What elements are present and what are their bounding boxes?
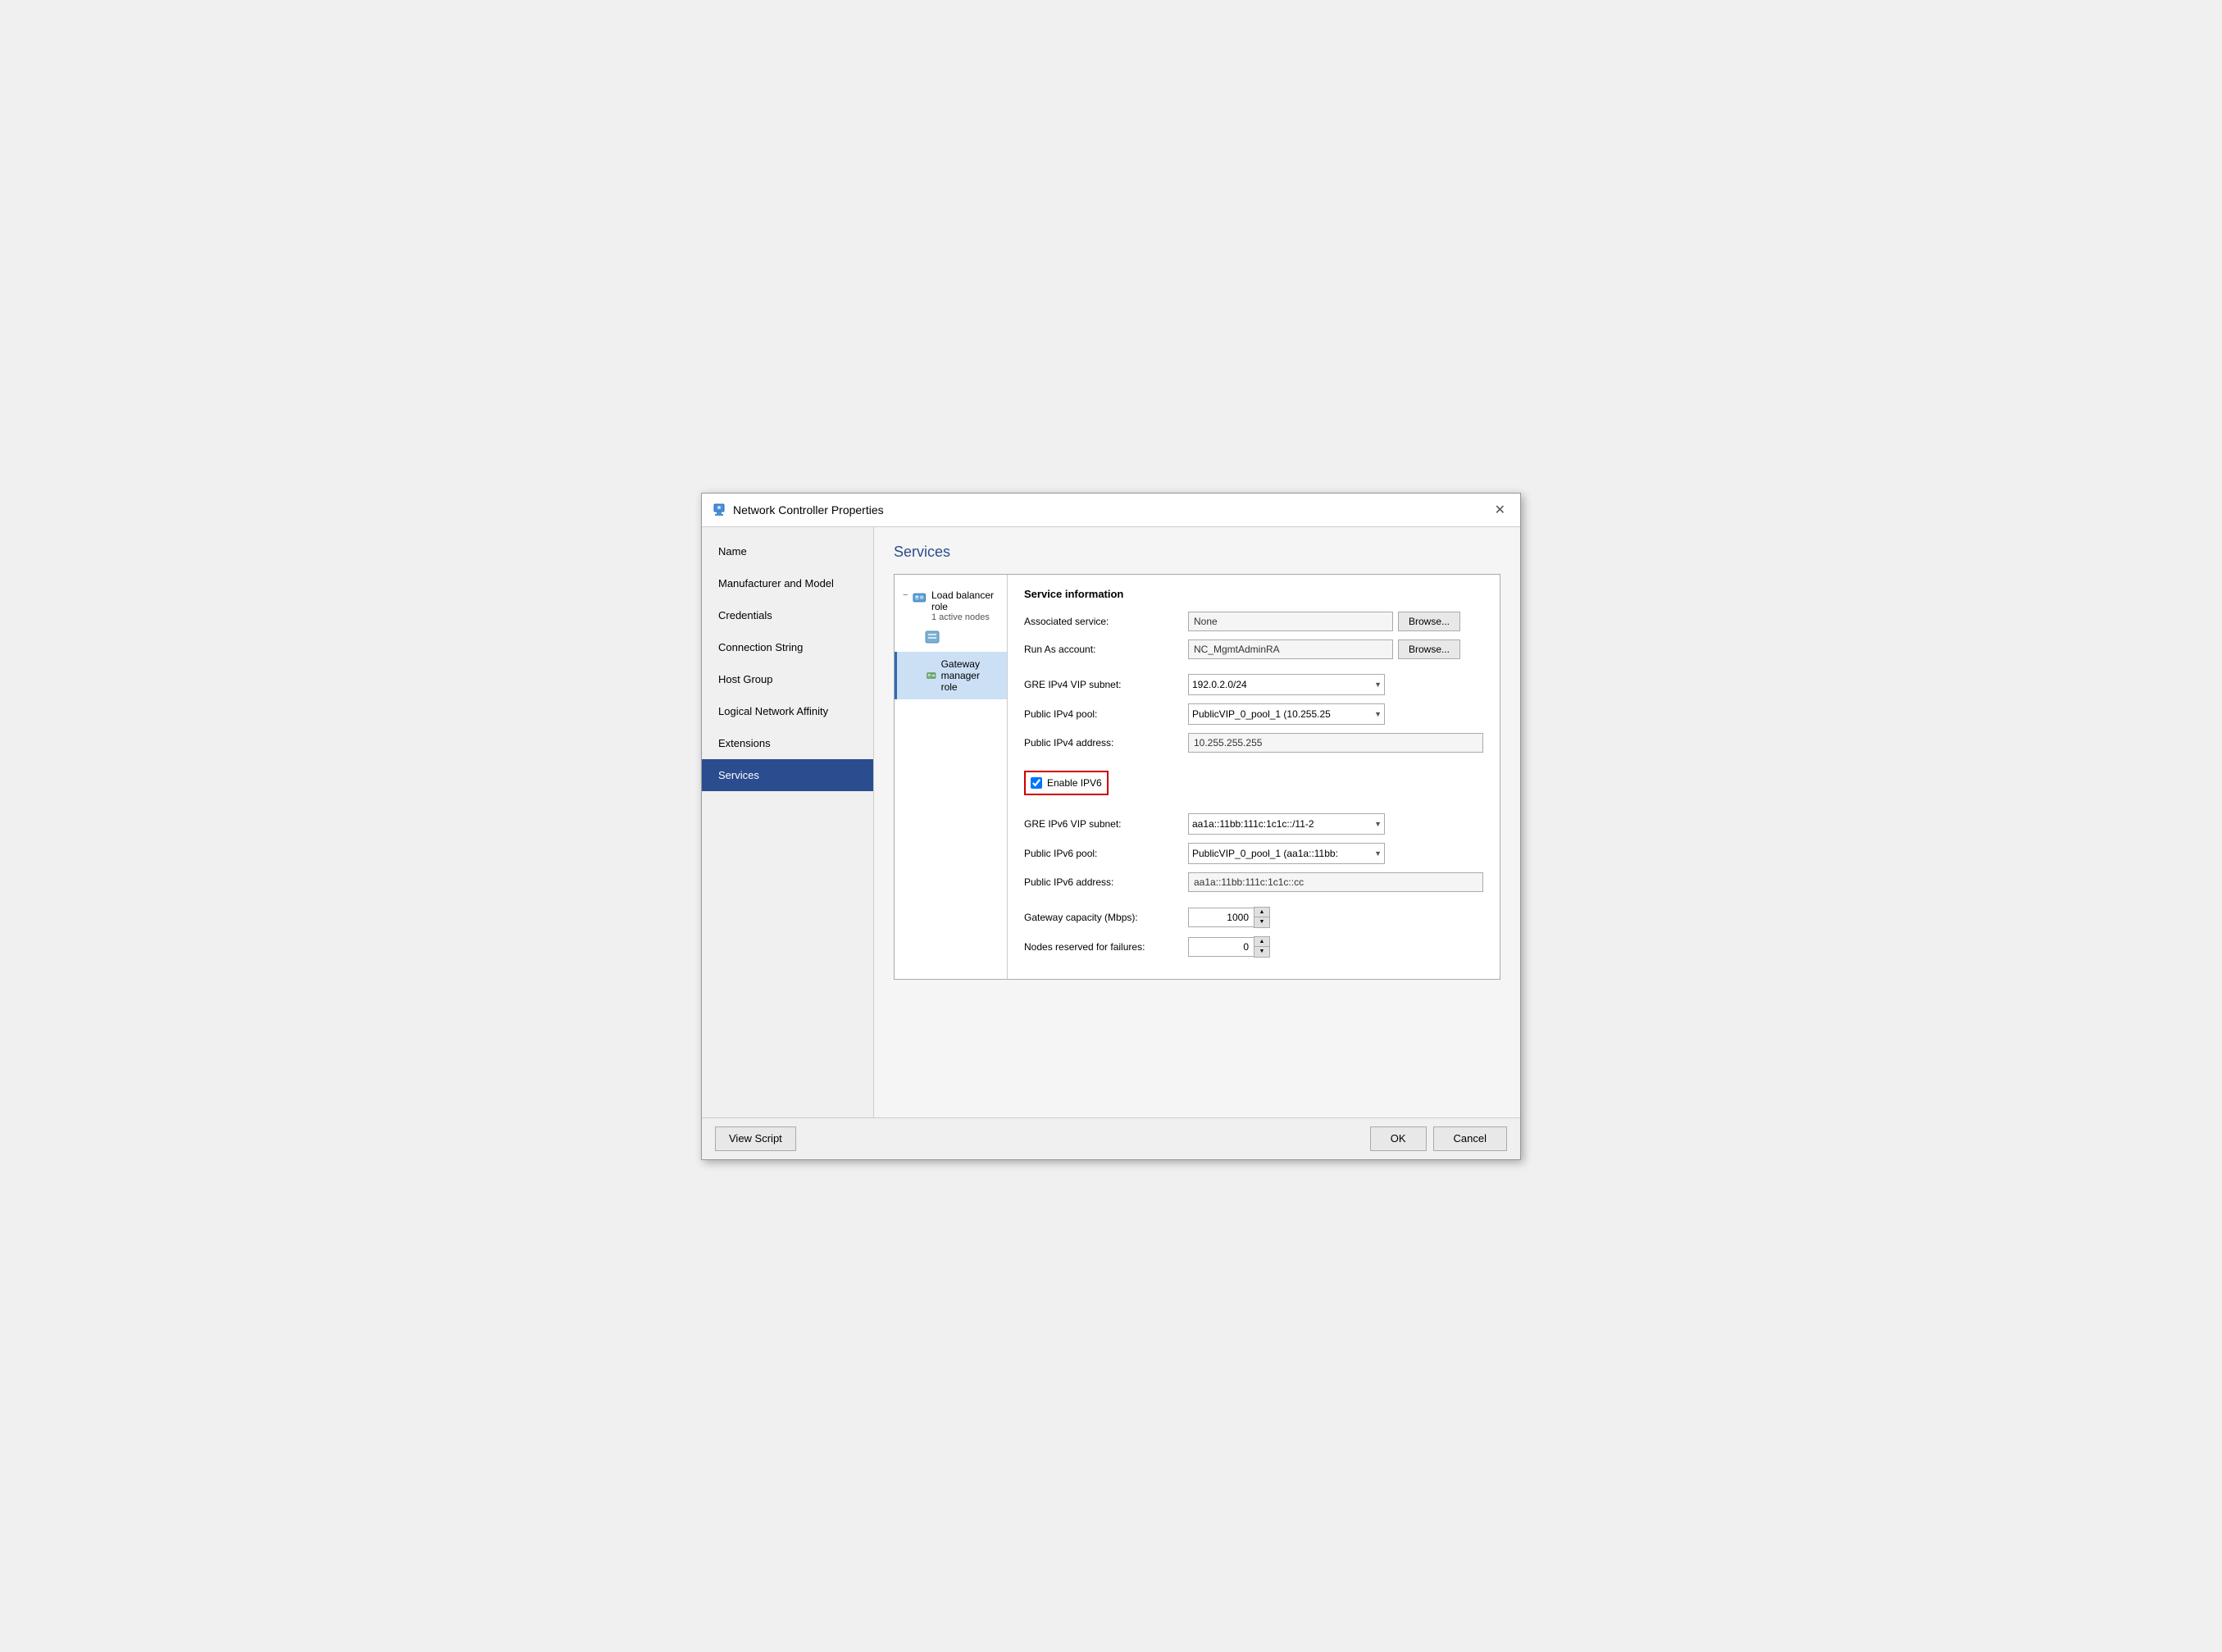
gre-ipv6-select-wrapper: aa1a::11bb:111c:1c1c::/11-2 <box>1188 813 1385 835</box>
sidebar: Name Manufacturer and Model Credentials … <box>702 527 874 1117</box>
separator-1 <box>1024 667 1483 674</box>
public-ipv4-pool-wrapper: PublicVIP_0_pool_1 (10.255.25 <box>1188 703 1385 725</box>
bottom-bar: View Script OK Cancel <box>702 1117 1520 1159</box>
nodes-reserved-spinbox: ▲ ▼ <box>1188 936 1270 958</box>
gre-ipv4-row: GRE IPv4 VIP subnet: 192.0.2.0/24 <box>1024 674 1483 695</box>
sidebar-item-services[interactable]: Services <box>702 759 873 791</box>
public-ipv4-pool-row: Public IPv4 pool: PublicVIP_0_pool_1 (10… <box>1024 703 1483 725</box>
cancel-button[interactable]: Cancel <box>1433 1126 1507 1151</box>
enable-ipv6-label[interactable]: Enable IPV6 <box>1024 771 1109 795</box>
sidebar-item-logical-network[interactable]: Logical Network Affinity <box>702 695 873 727</box>
tree-sublabel-lb: 1 active nodes <box>931 612 999 622</box>
public-ipv4-addr-label: Public IPv4 address: <box>1024 737 1188 749</box>
public-ipv6-pool-label: Public IPv6 pool: <box>1024 848 1188 859</box>
gre-ipv4-select[interactable]: 192.0.2.0/24 <box>1188 674 1385 695</box>
gateway-capacity-spin-up[interactable]: ▲ <box>1254 908 1269 917</box>
gre-ipv6-select[interactable]: aa1a::11bb:111c:1c1c::/11-2 <box>1188 813 1385 835</box>
service-info-panel: Service information Associated service: … <box>1008 575 1500 979</box>
run-as-input[interactable] <box>1188 639 1393 659</box>
network-controller-properties-window: Network Controller Properties ✕ Name Man… <box>701 493 1521 1160</box>
gre-ipv6-row: GRE IPv6 VIP subnet: aa1a::11bb:111c:1c1… <box>1024 813 1483 835</box>
associated-service-controls: Browse... <box>1188 612 1483 631</box>
tree-expand-lb: − <box>903 590 908 600</box>
sidebar-item-connection-string[interactable]: Connection String <box>702 631 873 663</box>
window-icon <box>712 503 726 517</box>
nodes-reserved-spin-up[interactable]: ▲ <box>1254 937 1269 947</box>
tree-label-group-lb: Load balancer role 1 active nodes <box>931 589 999 622</box>
public-ipv6-addr-row: Public IPv6 address: <box>1024 872 1483 892</box>
content-area: Name Manufacturer and Model Credentials … <box>702 527 1520 1117</box>
nodes-reserved-input[interactable] <box>1188 937 1254 957</box>
nodes-reserved-label: Nodes reserved for failures: <box>1024 941 1188 953</box>
tree-child-lb-node <box>903 629 999 645</box>
ok-button[interactable]: OK <box>1370 1126 1427 1151</box>
close-button[interactable]: ✕ <box>1490 500 1510 520</box>
nodes-reserved-row: Nodes reserved for failures: ▲ ▼ <box>1024 936 1483 958</box>
gateway-capacity-spin-down[interactable]: ▼ <box>1254 917 1269 927</box>
associated-service-label: Associated service: <box>1024 616 1188 627</box>
associated-service-input[interactable] <box>1188 612 1393 631</box>
nodes-reserved-spinbuttons: ▲ ▼ <box>1254 936 1270 958</box>
public-ipv6-pool-select[interactable]: PublicVIP_0_pool_1 (aa1a::11bb: <box>1188 843 1385 864</box>
bottom-right-buttons: OK Cancel <box>1370 1126 1507 1151</box>
sidebar-item-manufacturer[interactable]: Manufacturer and Model <box>702 567 873 599</box>
tree-item-gateway-manager[interactable]: Gateway manager role <box>895 652 1007 699</box>
main-panel: Services − <box>874 527 1520 1117</box>
service-info-title: Service information <box>1024 588 1483 600</box>
gateway-capacity-spinbuttons: ▲ ▼ <box>1254 907 1270 928</box>
sidebar-item-extensions[interactable]: Extensions <box>702 727 873 759</box>
public-ipv4-pool-label: Public IPv4 pool: <box>1024 708 1188 720</box>
run-as-label: Run As account: <box>1024 644 1188 655</box>
gateway-capacity-input[interactable] <box>1188 908 1254 927</box>
sidebar-item-host-group[interactable]: Host Group <box>702 663 873 695</box>
enable-ipv6-text: Enable IPV6 <box>1047 777 1102 789</box>
public-ipv6-pool-row: Public IPv6 pool: PublicVIP_0_pool_1 (aa… <box>1024 843 1483 864</box>
browse-associated-service-button[interactable]: Browse... <box>1398 612 1460 631</box>
gateway-capacity-row: Gateway capacity (Mbps): ▲ ▼ <box>1024 907 1483 928</box>
services-container: − Load balancer role 1 active nodes <box>894 574 1500 980</box>
load-balancer-icon <box>913 589 927 606</box>
enable-ipv6-checkbox[interactable] <box>1031 777 1042 789</box>
gateway-label: Gateway manager role <box>941 658 999 693</box>
public-ipv6-addr-label: Public IPv6 address: <box>1024 876 1188 888</box>
gateway-capacity-label: Gateway capacity (Mbps): <box>1024 912 1188 923</box>
public-ipv6-addr-input[interactable] <box>1188 872 1483 892</box>
public-ipv4-pool-select[interactable]: PublicVIP_0_pool_1 (10.255.25 <box>1188 703 1385 725</box>
public-ipv4-addr-row: Public IPv4 address: <box>1024 733 1483 753</box>
tree-label-lb: Load balancer role <box>931 589 999 612</box>
nodes-reserved-spin-down[interactable]: ▼ <box>1254 947 1269 957</box>
gre-ipv4-select-wrapper: 192.0.2.0/24 <box>1188 674 1385 695</box>
window-title: Network Controller Properties <box>733 503 884 517</box>
services-tree: − Load balancer role 1 active nodes <box>895 575 1008 979</box>
gre-ipv4-label: GRE IPv4 VIP subnet: <box>1024 679 1188 690</box>
browse-run-as-button[interactable]: Browse... <box>1398 639 1460 659</box>
public-ipv6-pool-wrapper: PublicVIP_0_pool_1 (aa1a::11bb: <box>1188 843 1385 864</box>
title-bar-left: Network Controller Properties <box>712 503 884 517</box>
view-script-button[interactable]: View Script <box>715 1126 796 1151</box>
run-as-row: Run As account: Browse... <box>1024 639 1483 659</box>
tree-item-header-lb: − Load balancer role 1 active nodes <box>903 589 999 622</box>
section-title: Services <box>894 544 1500 561</box>
title-bar: Network Controller Properties ✕ <box>702 494 1520 527</box>
gre-ipv6-label: GRE IPv6 VIP subnet: <box>1024 818 1188 830</box>
tree-item-load-balancer[interactable]: − Load balancer role 1 active nodes <box>895 583 1007 652</box>
sidebar-item-name[interactable]: Name <box>702 535 873 567</box>
run-as-controls: Browse... <box>1188 639 1483 659</box>
gateway-icon <box>927 667 936 684</box>
sidebar-item-credentials[interactable]: Credentials <box>702 599 873 631</box>
lb-node-icon <box>924 629 940 645</box>
public-ipv4-addr-input[interactable] <box>1188 733 1483 753</box>
separator-2 <box>1024 900 1483 907</box>
gateway-capacity-spinbox: ▲ ▼ <box>1188 907 1270 928</box>
associated-service-row: Associated service: Browse... <box>1024 612 1483 631</box>
enable-ipv6-container: Enable IPV6 <box>1024 761 1483 805</box>
